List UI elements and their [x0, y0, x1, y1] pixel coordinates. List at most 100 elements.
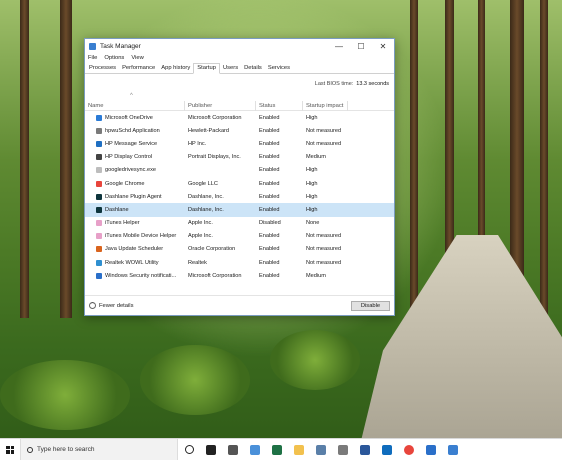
row-name: HP Message Service: [105, 140, 158, 147]
table-row[interactable]: Microsoft OneDrive Microsoft Corporation E…: [85, 111, 394, 124]
dashlane-icon: [96, 193, 102, 200]
table-row[interactable]: iTunes Helper Apple Inc. Disabled None: [85, 217, 394, 230]
row-status: Enabled: [259, 193, 280, 200]
row-status: Enabled: [259, 167, 280, 174]
app-4-icon-glyph: [228, 444, 238, 455]
close-button[interactable]: ✕: [372, 39, 394, 53]
java-icon: [96, 246, 102, 253]
tab-startup[interactable]: Startup: [193, 63, 220, 74]
word-icon-glyph: [360, 444, 370, 455]
app-4-icon[interactable]: [222, 439, 244, 460]
column-header-publisher[interactable]: Publisher: [185, 100, 256, 111]
table-row[interactable]: Realtek WOWL Utility Realtek Enabled Not me…: [85, 256, 394, 269]
table-row[interactable]: Java Update Scheduler Oracle Corporation E…: [85, 243, 394, 256]
hp-icon: [96, 140, 102, 147]
app-icon[interactable]: [332, 439, 354, 460]
photos-icon[interactable]: [310, 439, 332, 460]
menu-options[interactable]: Options: [104, 55, 124, 61]
row-name-cell: HP Display Control: [85, 154, 185, 161]
task-view-icon[interactable]: [200, 439, 222, 460]
outlook-icon[interactable]: [376, 439, 398, 460]
row-startup-impact: High: [306, 206, 318, 213]
row-name: Realtek WOWL Utility: [105, 259, 159, 266]
tab-app-history[interactable]: App history: [158, 64, 193, 73]
table-row[interactable]: hpwuSchd Application Hewlett-Packard Enabl…: [85, 124, 394, 137]
tree-trunk: [20, 0, 29, 318]
tree-trunk: [410, 0, 418, 318]
row-name: Windows Security notificati...: [105, 272, 177, 279]
table-row[interactable]: googledrivesync.exe Enabled High: [85, 164, 394, 177]
chrome-icon[interactable]: [398, 439, 420, 460]
column-header-startup-impact[interactable]: Startup impact: [303, 100, 348, 111]
tab-details[interactable]: Details: [241, 64, 265, 73]
disable-button[interactable]: Disable: [351, 300, 390, 311]
row-name: Dashlane Plugin Agent: [105, 193, 162, 200]
table-row[interactable]: iTunes Mobile Device Helper Apple Inc. Ena…: [85, 230, 394, 243]
table-row[interactable]: Windows Security notificati... Microsoft …: [85, 269, 394, 282]
taskbar-search[interactable]: Type here to search: [20, 438, 178, 460]
row-status: Enabled: [259, 272, 280, 279]
row-name-cell: googledrivesync.exe: [85, 167, 185, 174]
itunes-icon: [96, 220, 102, 227]
row-startup-impact: High: [306, 193, 318, 200]
row-status: Enabled: [259, 259, 280, 266]
minimize-button[interactable]: —: [328, 39, 350, 53]
row-startup-impact: Not measured: [306, 259, 342, 266]
security-icon[interactable]: [420, 439, 442, 460]
tab-performance[interactable]: Performance: [119, 64, 158, 73]
row-name: googledrivesync.exe: [105, 167, 156, 174]
menu-file[interactable]: File: [88, 55, 97, 61]
cortana-icon[interactable]: [178, 439, 200, 460]
row-status: Enabled: [259, 180, 280, 187]
itunes-icon: [96, 233, 102, 240]
app-icon-glyph: [448, 444, 458, 455]
chevron-up-icon: ⌃: [89, 302, 96, 309]
table-row[interactable]: Dashlane Dashlane, Inc. Enabled High: [85, 203, 394, 217]
row-status: Enabled: [259, 140, 280, 147]
row-startup-impact: High: [306, 167, 318, 174]
task-view-icon-glyph: [206, 444, 216, 455]
outlook-icon-glyph: [382, 444, 392, 455]
row-startup-impact: None: [306, 220, 320, 227]
bios-time-value: 13.3 seconds: [356, 80, 389, 87]
column-header-name[interactable]: Name: [85, 100, 185, 111]
word-icon[interactable]: [354, 439, 376, 460]
table-row[interactable]: Google Chrome Google LLC Enabled High: [85, 177, 394, 190]
row-name: Java Update Scheduler: [105, 246, 164, 253]
tab-processes[interactable]: Processes: [86, 64, 119, 73]
table-row[interactable]: Dashlane Plugin Agent Dashlane, Inc. Enabl…: [85, 190, 394, 203]
dashlane-icon: [96, 206, 102, 213]
excel-icon[interactable]: [266, 439, 288, 460]
row-name: hpwuSchd Application: [105, 127, 160, 134]
fewer-details-toggle[interactable]: ⌃ Fewer details: [89, 302, 351, 309]
search-icon: [27, 446, 33, 453]
app-icon[interactable]: [244, 439, 266, 460]
row-startup-impact: Medium: [306, 154, 326, 161]
row-status: Enabled: [259, 154, 280, 161]
sort-ascending-icon: ^: [130, 93, 133, 99]
file-icon: [96, 167, 102, 174]
menu-view[interactable]: View: [131, 55, 143, 61]
app-icon[interactable]: [442, 439, 464, 460]
row-status: Enabled: [259, 233, 280, 240]
security-icon-glyph: [426, 444, 436, 455]
row-startup-impact: Not measured: [306, 246, 342, 253]
row-status: Disabled: [259, 220, 281, 227]
row-startup-impact: High: [306, 114, 318, 121]
tab-services[interactable]: Services: [265, 64, 293, 73]
title-bar[interactable]: Task Manager — ☐ ✕: [85, 39, 394, 53]
moss-mound: [270, 330, 360, 390]
start-button[interactable]: [0, 439, 20, 460]
file-explorer-icon[interactable]: [288, 439, 310, 460]
maximize-button[interactable]: ☐: [350, 39, 372, 53]
row-name-cell: Windows Security notificati...: [85, 272, 185, 279]
table-row[interactable]: HP Message Service HP Inc. Enabled Not meas…: [85, 137, 394, 150]
table-row[interactable]: HP Display Control Portrait Displays, Inc…: [85, 151, 394, 164]
realtek-icon: [96, 259, 102, 266]
tree-trunk: [60, 0, 72, 318]
tab-users[interactable]: Users: [220, 64, 241, 73]
row-startup-impact: Not measured: [306, 140, 342, 147]
column-header-status[interactable]: Status: [256, 100, 303, 111]
row-name-cell: Google Chrome: [85, 180, 185, 187]
row-name: Microsoft OneDrive: [105, 114, 153, 121]
